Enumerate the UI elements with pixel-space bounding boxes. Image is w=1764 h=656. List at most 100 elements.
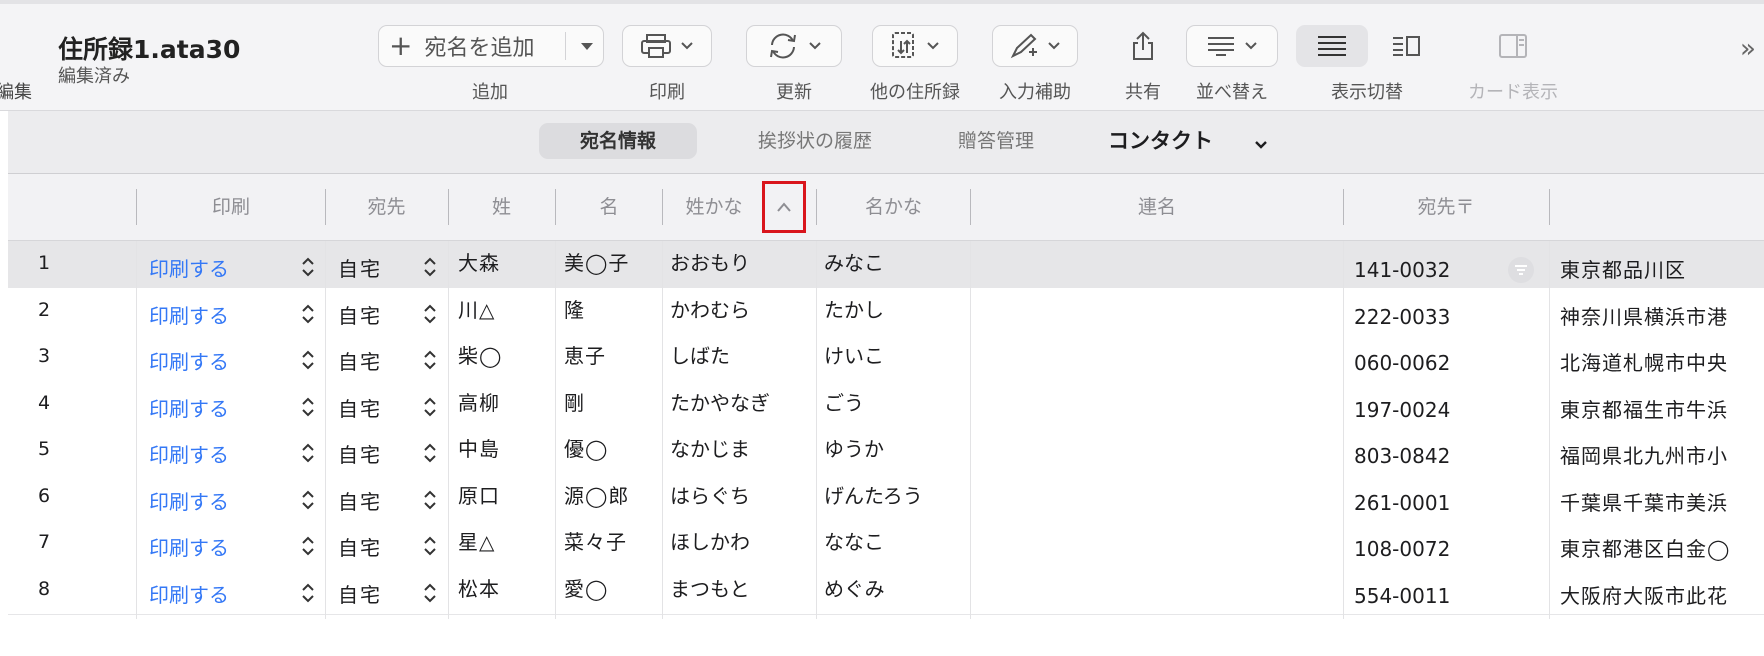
address-cell[interactable]: 千葉県千葉市美浜 (1560, 474, 1764, 526)
column-header-last-name-kana[interactable]: 姓かな (664, 174, 764, 240)
tab-greeting-history[interactable]: 挨拶状の履歴 (734, 123, 896, 159)
up-down-stepper-icon[interactable] (422, 348, 438, 376)
address-cell[interactable]: 大阪府大阪市此花 (1560, 567, 1764, 619)
address-cell[interactable]: 東京都品川区 (1560, 241, 1764, 293)
edit-button-label[interactable]: 編集 (0, 78, 32, 104)
first-name-kana-cell[interactable]: たかし (824, 288, 974, 340)
column-header-last-name[interactable]: 姓 (449, 174, 554, 240)
up-down-stepper-icon[interactable] (422, 302, 438, 330)
toolbar-overflow-icon[interactable]: » (1740, 34, 1756, 64)
first-name-kana-cell[interactable]: みなこ (824, 241, 974, 293)
last-name-cell[interactable]: 川△ (458, 288, 538, 340)
first-name-kana-cell[interactable]: ごう (824, 381, 974, 433)
up-down-stepper-icon[interactable] (422, 534, 438, 562)
column-header-print[interactable]: 印刷 (137, 174, 325, 240)
address-cell[interactable]: 東京都港区白金◯ (1560, 520, 1764, 572)
last-name-cell[interactable]: 柴◯ (458, 334, 538, 386)
add-address-button[interactable]: + 宛名を追加 (378, 25, 604, 67)
add-menu-dropdown-icon[interactable] (577, 36, 597, 56)
first-name-cell[interactable]: 恵子 (564, 334, 654, 386)
last-name-kana-cell[interactable]: かわむら (670, 288, 820, 340)
first-name-kana-cell[interactable]: めぐみ (824, 567, 974, 619)
first-name-cell[interactable]: 愛◯ (564, 567, 654, 619)
address-cell[interactable]: 東京都福生市牛浜 (1560, 381, 1764, 433)
filter-icon[interactable] (1508, 257, 1534, 283)
card-view-button[interactable] (1490, 25, 1536, 67)
destination-cell[interactable]: 自宅 (338, 474, 418, 526)
destination-cell[interactable]: 自宅 (338, 520, 418, 572)
tab-address-info[interactable]: 宛名情報 (539, 123, 697, 159)
tab-contact[interactable]: コンタクト (1108, 123, 1267, 159)
print-setting-cell[interactable]: 印刷する (149, 567, 289, 619)
up-down-stepper-icon[interactable] (422, 488, 438, 516)
up-down-stepper-icon[interactable] (422, 441, 438, 469)
print-button[interactable] (622, 25, 712, 67)
postal-code-cell[interactable]: 108-0072 (1354, 520, 1514, 572)
first-name-cell[interactable]: 隆 (564, 288, 654, 340)
update-button[interactable] (746, 25, 842, 67)
last-name-kana-cell[interactable]: なかじま (670, 427, 820, 479)
postal-code-cell[interactable]: 060-0062 (1354, 334, 1514, 386)
postal-code-cell[interactable]: 222-0033 (1354, 288, 1514, 340)
first-name-cell[interactable]: 菜々子 (564, 520, 654, 572)
tab-gift-management[interactable]: 贈答管理 (936, 123, 1056, 159)
column-header-postal-code[interactable]: 宛先〒 (1344, 174, 1548, 240)
table-row[interactable]: 3 印刷する 自宅 柴◯ 恵子 しばた けいこ 060-0062 北海道札幌市中… (8, 334, 1764, 386)
first-name-cell[interactable]: 源◯郎 (564, 474, 654, 526)
print-setting-cell[interactable]: 印刷する (149, 334, 289, 386)
table-row[interactable]: 5 印刷する 自宅 中島 優◯ なかじま ゆうか 803-0842 福岡県北九州… (8, 427, 1764, 479)
last-name-cell[interactable]: 高柳 (458, 381, 538, 433)
destination-cell[interactable]: 自宅 (338, 381, 418, 433)
up-down-stepper-icon[interactable] (300, 395, 316, 423)
destination-cell[interactable]: 自宅 (338, 241, 418, 293)
destination-cell[interactable]: 自宅 (338, 567, 418, 619)
table-row[interactable]: 8 印刷する 自宅 松本 愛◯ まつもと めぐみ 554-0011 大阪府大阪市… (8, 567, 1764, 619)
last-name-kana-cell[interactable]: しばた (670, 334, 820, 386)
column-header-destination[interactable]: 宛先 (326, 174, 447, 240)
last-name-kana-cell[interactable]: まつもと (670, 567, 820, 619)
column-divider[interactable] (662, 189, 663, 225)
postal-code-cell[interactable]: 141-0032 (1354, 241, 1514, 293)
last-name-kana-cell[interactable]: はらぐち (670, 474, 820, 526)
up-down-stepper-icon[interactable] (422, 581, 438, 609)
print-setting-cell[interactable]: 印刷する (149, 241, 289, 293)
up-down-stepper-icon[interactable] (300, 581, 316, 609)
table-row[interactable]: 7 印刷する 自宅 星△ 菜々子 ほしかわ ななこ 108-0072 東京都港区… (8, 520, 1764, 572)
up-down-stepper-icon[interactable] (300, 255, 316, 283)
up-down-stepper-icon[interactable] (300, 441, 316, 469)
table-row[interactable]: 4 印刷する 自宅 高柳 剛 たかやなぎ ごう 197-0024 東京都福生市牛… (8, 381, 1764, 433)
column-header-first-name-kana[interactable]: 名かな (817, 174, 970, 240)
destination-cell[interactable]: 自宅 (338, 334, 418, 386)
up-down-stepper-icon[interactable] (300, 302, 316, 330)
address-cell[interactable]: 北海道札幌市中央 (1560, 334, 1764, 386)
up-down-stepper-icon[interactable] (300, 348, 316, 376)
column-header-first-name[interactable]: 名 (556, 174, 662, 240)
column-header-joint-name[interactable]: 連名 (971, 174, 1343, 240)
print-setting-cell[interactable]: 印刷する (149, 381, 289, 433)
print-setting-cell[interactable]: 印刷する (149, 288, 289, 340)
print-setting-cell[interactable]: 印刷する (149, 520, 289, 572)
postal-code-cell[interactable]: 197-0024 (1354, 381, 1514, 433)
print-setting-cell[interactable]: 印刷する (149, 427, 289, 479)
destination-cell[interactable]: 自宅 (338, 288, 418, 340)
address-cell[interactable]: 福岡県北九州市小 (1560, 427, 1764, 479)
last-name-kana-cell[interactable]: ほしかわ (670, 520, 820, 572)
last-name-cell[interactable]: 大森 (458, 241, 538, 293)
sort-button[interactable] (1186, 25, 1278, 67)
list-view-button[interactable] (1296, 25, 1368, 67)
last-name-kana-cell[interactable]: たかやなぎ (670, 381, 820, 433)
table-row[interactable]: 2 印刷する 自宅 川△ 隆 かわむら たかし 222-0033 神奈川県横浜市… (8, 288, 1764, 340)
column-divider[interactable] (1549, 189, 1550, 225)
up-down-stepper-icon[interactable] (300, 488, 316, 516)
input-assist-button[interactable] (992, 25, 1078, 67)
up-down-stepper-icon[interactable] (422, 255, 438, 283)
table-row[interactable]: 6 印刷する 自宅 原口 源◯郎 はらぐち げんたろう 261-0001 千葉県… (8, 474, 1764, 526)
last-name-kana-cell[interactable]: おおもり (670, 241, 820, 293)
first-name-cell[interactable]: 優◯ (564, 427, 654, 479)
share-button[interactable] (1120, 25, 1166, 67)
address-cell[interactable]: 神奈川県横浜市港 (1560, 288, 1764, 340)
postal-code-cell[interactable]: 803-0842 (1354, 427, 1514, 479)
first-name-cell[interactable]: 美◯子 (564, 241, 654, 293)
print-setting-cell[interactable]: 印刷する (149, 474, 289, 526)
other-address-book-button[interactable] (872, 25, 958, 67)
